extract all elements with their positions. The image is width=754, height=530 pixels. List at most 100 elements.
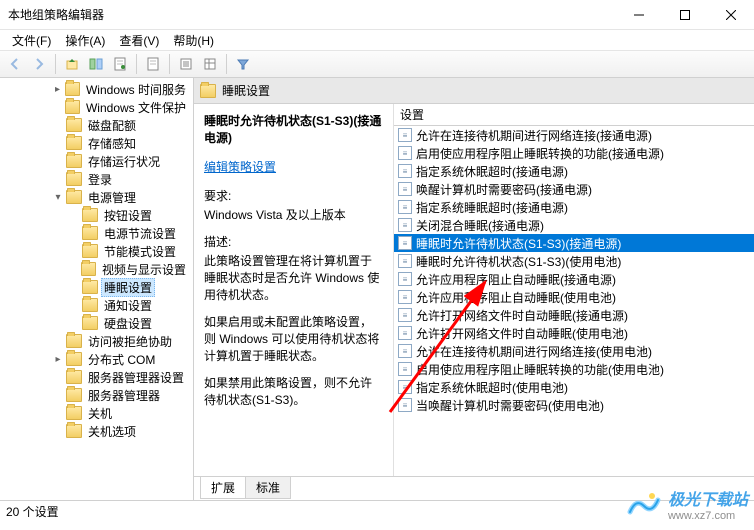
maximize-button[interactable] — [662, 0, 708, 30]
tab-extended[interactable]: 扩展 — [200, 477, 246, 499]
folder-icon — [66, 136, 82, 150]
close-button[interactable] — [708, 0, 754, 30]
setting-item[interactable]: ≡启用使应用程序阻止睡眠转换的功能(接通电源) — [394, 144, 754, 162]
forward-button[interactable] — [28, 53, 50, 75]
tree-node[interactable]: 关机选项 — [2, 422, 193, 440]
tree-node[interactable]: 节能模式设置 — [2, 242, 193, 260]
tree-twisty-icon — [66, 207, 82, 223]
title-bar: 本地组策略编辑器 — [0, 0, 754, 30]
setting-item[interactable]: ≡当唤醒计算机时需要密码(使用电池) — [394, 396, 754, 414]
settings-list[interactable]: 设置 ≡允许在连接待机期间进行网络连接(接通电源)≡启用使应用程序阻止睡眠转换的… — [394, 104, 754, 476]
toolbar-separator — [55, 54, 56, 74]
setting-item[interactable]: ≡指定系统休眠超时(使用电池) — [394, 378, 754, 396]
menu-file[interactable]: 文件(F) — [6, 30, 57, 51]
minimize-button[interactable] — [616, 0, 662, 30]
tree-node[interactable]: 电源节流设置 — [2, 224, 193, 242]
tree-node[interactable]: 通知设置 — [2, 296, 193, 314]
menu-view[interactable]: 查看(V) — [113, 30, 165, 51]
tree-node-label: 电源管理 — [85, 188, 139, 207]
folder-icon — [66, 190, 82, 204]
requirements-text: Windows Vista 及以上版本 — [204, 206, 383, 223]
tree-twisty-icon — [50, 117, 66, 133]
tree-node-label: 通知设置 — [101, 296, 155, 315]
tree-node[interactable]: 登录 — [2, 170, 193, 188]
folder-icon — [82, 226, 98, 240]
setting-item[interactable]: ≡允许应用程序阻止自动睡眠(接通电源) — [394, 270, 754, 288]
tree-twisty-icon — [66, 225, 82, 241]
tree-node-label: 硬盘设置 — [101, 314, 155, 333]
tab-standard[interactable]: 标准 — [245, 477, 291, 499]
folder-icon — [66, 370, 82, 384]
folder-icon — [82, 298, 98, 312]
setting-label: 当唤醒计算机时需要密码(使用电池) — [416, 397, 604, 414]
setting-item[interactable]: ≡启用使应用程序阻止睡眠转换的功能(使用电池) — [394, 360, 754, 378]
setting-item[interactable]: ≡允许应用程序阻止自动睡眠(使用电池) — [394, 288, 754, 306]
folder-icon — [200, 84, 216, 98]
tree-node[interactable]: ▸分布式 COM — [2, 350, 193, 368]
setting-icon: ≡ — [398, 308, 412, 322]
tree-twisty-icon — [66, 279, 82, 295]
setting-label: 唤醒计算机时需要密码(接通电源) — [416, 181, 592, 198]
setting-item[interactable]: ≡指定系统休眠超时(接通电源) — [394, 162, 754, 180]
tree-node[interactable]: ▾ 电源管理 — [2, 188, 193, 206]
toolbar — [0, 50, 754, 78]
description-text-3: 如果禁用此策略设置，则不允许待机状态(S1-S3)。 — [204, 374, 383, 408]
folder-icon — [82, 280, 98, 294]
setting-item[interactable]: ≡指定系统睡眠超时(接通电源) — [394, 198, 754, 216]
tree-node[interactable]: ▸Windows 时间服务 — [2, 80, 193, 98]
tree-node[interactable]: 存储运行状况 — [2, 152, 193, 170]
setting-item[interactable]: ≡允许打开网络文件时自动睡眠(接通电源) — [394, 306, 754, 324]
tree-twisty-icon[interactable]: ▾ — [50, 189, 66, 205]
tree-node[interactable]: 服务器管理器 — [2, 386, 193, 404]
tree-twisty-icon[interactable]: ▸ — [50, 351, 66, 367]
show-hide-tree-button[interactable] — [85, 53, 107, 75]
setting-label: 关闭混合睡眠(接通电源) — [416, 217, 544, 234]
properties-button[interactable] — [109, 53, 131, 75]
export-list-button[interactable] — [175, 53, 197, 75]
setting-label: 允许在连接待机期间进行网络连接(接通电源) — [416, 127, 652, 144]
up-button[interactable] — [61, 53, 83, 75]
toolbar-separator — [169, 54, 170, 74]
back-button[interactable] — [4, 53, 26, 75]
setting-item[interactable]: ≡睡眠时允许待机状态(S1-S3)(使用电池) — [394, 252, 754, 270]
setting-item[interactable]: ≡允许打开网络文件时自动睡眠(使用电池) — [394, 324, 754, 342]
help-button[interactable] — [199, 53, 221, 75]
tree-node-label: 服务器管理器 — [85, 386, 163, 405]
setting-item[interactable]: ≡允许在连接待机期间进行网络连接(使用电池) — [394, 342, 754, 360]
tree-node[interactable]: 磁盘配额 — [2, 116, 193, 134]
setting-item[interactable]: ≡唤醒计算机时需要密码(接通电源) — [394, 180, 754, 198]
setting-label: 指定系统休眠超时(使用电池) — [416, 379, 568, 396]
setting-item[interactable]: ≡关闭混合睡眠(接通电源) — [394, 216, 754, 234]
folder-icon — [66, 424, 82, 438]
setting-icon: ≡ — [398, 290, 412, 304]
folder-icon — [65, 82, 80, 96]
filter-button[interactable] — [232, 53, 254, 75]
tree-twisty-icon — [50, 171, 66, 187]
tree-node-label: 电源节流设置 — [101, 224, 179, 243]
refresh-button[interactable] — [142, 53, 164, 75]
tree-node[interactable]: 关机 — [2, 404, 193, 422]
tree-twisty-icon[interactable]: ▸ — [50, 81, 65, 97]
tree-node[interactable]: 服务器管理器设置 — [2, 368, 193, 386]
tree-node[interactable]: 视频与显示设置 — [2, 260, 193, 278]
tree-node[interactable]: Windows 文件保护 — [2, 98, 193, 116]
menu-action[interactable]: 操作(A) — [59, 30, 111, 51]
tree-node[interactable]: 访问被拒绝协助 — [2, 332, 193, 350]
setting-item[interactable]: ≡睡眠时允许待机状态(S1-S3)(接通电源) — [394, 234, 754, 252]
menu-help[interactable]: 帮助(H) — [167, 30, 220, 51]
column-header-settings[interactable]: 设置 — [394, 104, 754, 126]
description-text-1: 此策略设置管理在将计算机置于睡眠状态时是否允许 Windows 使用待机状态。 — [204, 252, 383, 303]
menu-bar: 文件(F) 操作(A) 查看(V) 帮助(H) — [0, 30, 754, 50]
tree-panel[interactable]: ▸Windows 时间服务Windows 文件保护磁盘配额存储感知存储运行状况登… — [0, 78, 194, 500]
tree-node[interactable]: 硬盘设置 — [2, 314, 193, 332]
setting-item[interactable]: ≡允许在连接待机期间进行网络连接(接通电源) — [394, 126, 754, 144]
edit-policy-link[interactable]: 编辑策略设置 — [204, 158, 383, 175]
tree-node[interactable]: 按钮设置 — [2, 206, 193, 224]
tree-node[interactable]: 睡眠设置 — [2, 278, 193, 296]
window-title: 本地组策略编辑器 — [8, 6, 104, 23]
tree-node[interactable]: 存储感知 — [2, 134, 193, 152]
setting-label: 指定系统休眠超时(接通电源) — [416, 163, 568, 180]
watermark-icon — [626, 486, 662, 522]
tree-twisty-icon — [66, 261, 81, 277]
folder-icon — [66, 388, 82, 402]
